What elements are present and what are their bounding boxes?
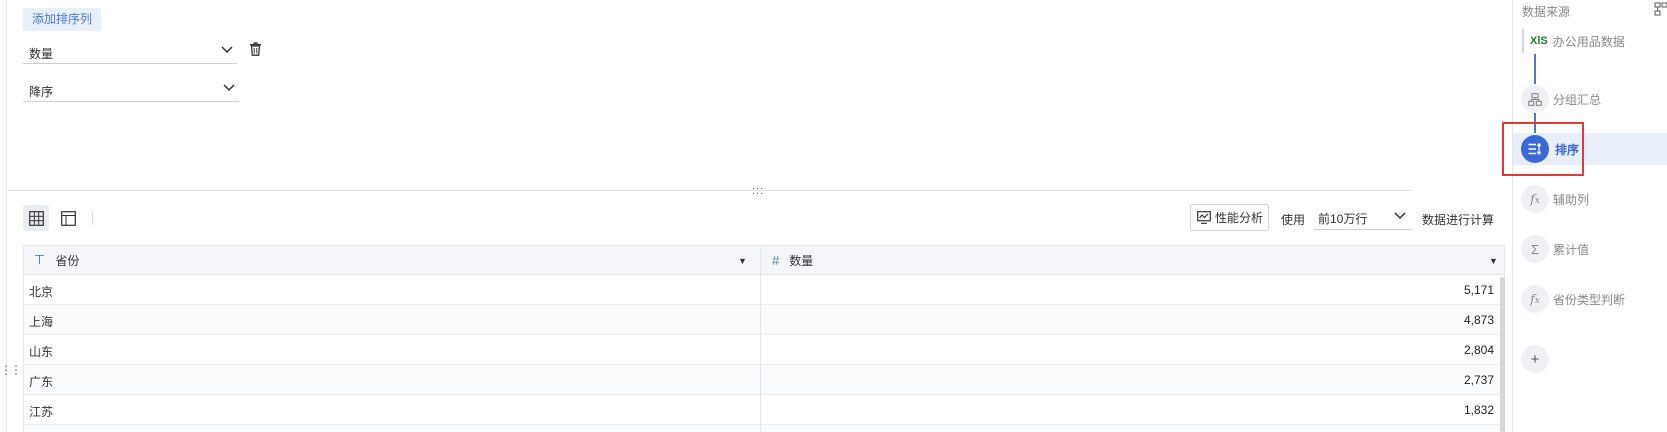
data-source-label: 办公用品数据 — [1552, 34, 1625, 49]
data-source-node[interactable]: XlS 办公用品数据 — [1522, 29, 1625, 53]
pipeline-step-label: 辅助列 — [1553, 192, 1590, 207]
pipeline-connector — [1534, 54, 1536, 84]
sort-field-value: 数量 — [29, 47, 54, 61]
sort-order-value: 降序 — [29, 85, 54, 99]
layout-icon — [60, 210, 76, 226]
panel-resize-handle[interactable]: ::: — [752, 185, 764, 197]
pipeline-step-province-type[interactable]: fx 省份类型判断 — [1521, 285, 1667, 313]
cell-quantity: 2,737 — [1463, 373, 1494, 387]
number-type-icon: # — [772, 252, 780, 268]
chevron-down-icon — [221, 46, 233, 54]
performance-analysis-button[interactable]: 性能分析 — [1190, 204, 1269, 231]
column-header-quantity[interactable]: # 数量 — [772, 246, 813, 274]
layout-view-button[interactable] — [55, 205, 81, 231]
analysis-chart-icon — [1197, 211, 1211, 224]
cell-province: 上海 — [29, 315, 54, 329]
table-row[interactable]: 广东 2,737 — [23, 365, 1505, 395]
pipeline-title: 数据来源 — [1522, 5, 1571, 19]
grid-view-button[interactable] — [23, 205, 49, 231]
grid-icon — [28, 210, 44, 226]
cell-quantity: 5,171 — [1463, 283, 1494, 297]
cell-province: 山东 — [29, 345, 54, 359]
column-divider — [760, 425, 761, 432]
pipeline-step-label: 省份类型判断 — [1553, 292, 1626, 307]
column-divider — [760, 305, 761, 334]
column-menu-caret-icon[interactable]: ▼ — [1489, 256, 1498, 266]
toolbar-divider — [92, 211, 93, 225]
cell-quantity: 4,873 — [1463, 313, 1494, 327]
text-type-icon: ⊤ — [34, 252, 46, 267]
pipeline-step-helper-column[interactable]: fx 辅助列 — [1521, 185, 1667, 213]
column-divider — [760, 335, 761, 364]
chevron-down-icon — [223, 84, 235, 92]
chevron-down-icon — [1394, 212, 1406, 220]
column-divider — [760, 395, 761, 424]
fx-icon: fx — [1521, 185, 1549, 213]
column-menu-caret-icon[interactable]: ▼ — [738, 256, 747, 266]
sort-field-select[interactable]: 数量 — [23, 40, 237, 64]
use-label: 使用 — [1281, 213, 1306, 227]
add-step-button[interactable]: + — [1521, 345, 1667, 373]
cell-province: 广东 — [29, 375, 54, 389]
table-body: 北京 5,171 上海 4,873 山东 2,804 广东 2,737 江苏 1… — [23, 275, 1505, 432]
pipeline-step-label: 累计值 — [1553, 242, 1590, 257]
table-row[interactable]: 山东 2,804 — [23, 335, 1505, 365]
highlight-annotation-box — [1502, 122, 1584, 176]
pipeline-step-group-summary[interactable]: 分组汇总 — [1521, 85, 1667, 113]
sigma-icon: Σ — [1521, 235, 1549, 263]
table-vertical-scrollbar[interactable] — [1500, 277, 1505, 432]
fx-icon: fx — [1521, 285, 1549, 313]
table-row[interactable]: 江苏 1,832 — [23, 395, 1505, 425]
plus-icon: + — [1521, 345, 1549, 373]
row-limit-select[interactable]: 前10万行 — [1314, 204, 1412, 230]
table-row[interactable]: 上海 4,873 — [23, 305, 1505, 335]
table-header: ⊤ 省份 ▼ # 数量 ▼ — [23, 245, 1505, 275]
group-icon — [1521, 85, 1549, 113]
column-header-label: 数量 — [789, 253, 814, 268]
pipeline-panel: 数据来源 XlS 办公用品数据 分组汇总 排序 fx 辅助列 Σ 累计值 fx … — [1512, 0, 1667, 432]
sort-order-select[interactable]: 降序 — [23, 78, 239, 102]
pipeline-step-label: 分组汇总 — [1553, 92, 1602, 107]
flow-layout-icon[interactable] — [1654, 2, 1667, 16]
column-header-province[interactable]: ⊤ 省份 — [34, 246, 79, 274]
column-divider — [760, 246, 761, 274]
table-row[interactable]: 北京 5,171 — [23, 275, 1505, 305]
column-header-label: 省份 — [55, 253, 80, 268]
sort-config-panel: 添加排序列 数量 降序 — [8, 0, 1412, 191]
excel-file-icon: XlS — [1530, 35, 1548, 47]
pipeline-step-cumulative[interactable]: Σ 累计值 — [1521, 235, 1667, 263]
trash-icon[interactable] — [249, 42, 262, 56]
left-resize-handle[interactable]: ⋮⋮ — [0, 364, 22, 376]
performance-analysis-label: 性能分析 — [1215, 211, 1264, 225]
column-divider — [760, 275, 761, 304]
column-divider — [760, 365, 761, 394]
cell-province: 北京 — [29, 285, 54, 299]
table-row[interactable] — [23, 425, 1505, 432]
cell-province: 江苏 — [29, 405, 54, 419]
calc-label: 数据进行计算 — [1422, 213, 1495, 227]
row-limit-value: 前10万行 — [1318, 212, 1368, 226]
add-sort-column-button[interactable]: 添加排序列 — [23, 8, 102, 31]
cell-quantity: 2,804 — [1463, 343, 1494, 357]
data-preview-table: ⊤ 省份 ▼ # 数量 ▼ 北京 5,171 上海 4,873 山东 2,804… — [23, 245, 1505, 432]
cell-quantity: 1,832 — [1463, 403, 1494, 417]
